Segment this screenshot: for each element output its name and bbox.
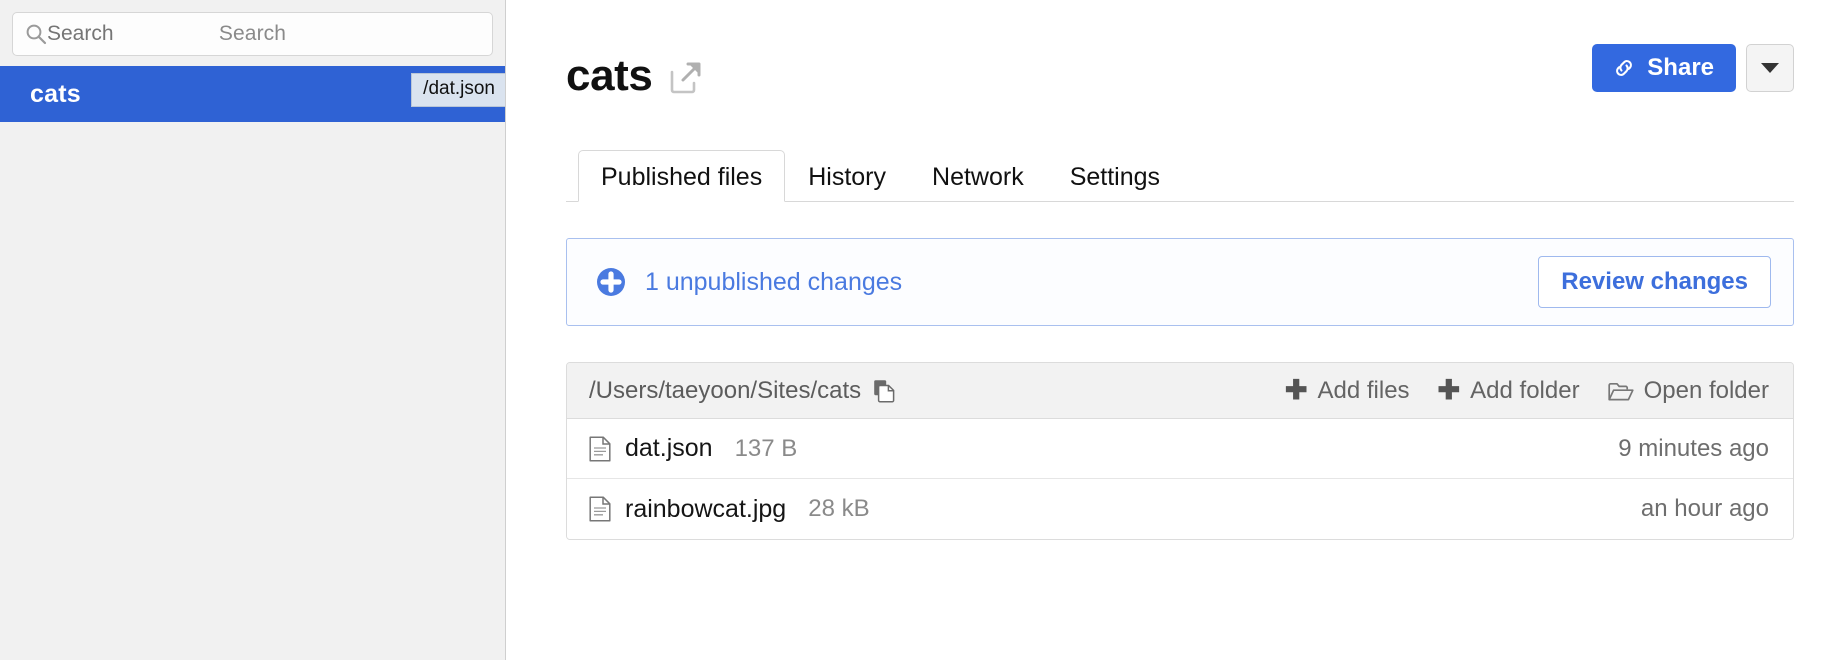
add-files-label: Add files xyxy=(1317,376,1410,404)
review-changes-button[interactable]: Review changes xyxy=(1538,256,1771,308)
plus-icon: ✚ xyxy=(1284,375,1308,405)
add-folder-label: Add folder xyxy=(1470,376,1580,404)
file-size: 137 B xyxy=(734,434,798,462)
link-icon xyxy=(1612,56,1636,80)
add-folder-button[interactable]: ✚ Add folder xyxy=(1438,377,1580,405)
share-dropdown-button[interactable] xyxy=(1746,44,1794,92)
files-panel-actions: ✚ Add files ✚ Add folder Open folder xyxy=(1285,377,1769,405)
copy-icon[interactable] xyxy=(873,379,895,403)
app-window: Search cats /dat.json cats xyxy=(0,0,1842,660)
site-path-badge: /dat.json xyxy=(411,73,505,107)
plus-circle-icon xyxy=(595,266,627,298)
files-panel-header: /Users/taeyoon/Sites/cats ✚ Add files ✚ … xyxy=(567,363,1793,419)
tab-history[interactable]: History xyxy=(785,150,909,202)
file-icon xyxy=(589,435,611,462)
folder-path: /Users/taeyoon/Sites/cats xyxy=(589,376,862,404)
tab-published-files[interactable]: Published files xyxy=(578,150,786,202)
file-size: 28 kB xyxy=(808,495,870,522)
search-box[interactable]: Search xyxy=(12,12,493,56)
sidebar: Search cats /dat.json xyxy=(0,0,506,660)
files-panel: /Users/taeyoon/Sites/cats ✚ Add files ✚ … xyxy=(566,362,1794,540)
file-left: dat.json 137 B xyxy=(589,434,797,463)
main-content: cats Share Published files History Netwo… xyxy=(506,0,1842,660)
file-row-dat-json[interactable]: dat.json 137 B 9 minutes ago xyxy=(567,419,1793,479)
search-container: Search xyxy=(0,0,505,66)
search-icon xyxy=(25,23,47,45)
banner-message: 1 unpublished changes xyxy=(645,267,903,296)
plus-icon: ✚ xyxy=(1437,375,1461,405)
file-modified: an hour ago xyxy=(1640,495,1769,522)
share-button-label: Share xyxy=(1647,54,1714,81)
add-files-button[interactable]: ✚ Add files xyxy=(1285,377,1410,405)
site-name: cats xyxy=(30,79,81,108)
file-modified: 9 minutes ago xyxy=(1618,434,1769,462)
search-input[interactable] xyxy=(47,13,480,55)
site-list: cats /dat.json xyxy=(0,66,505,122)
tab-bar: Published files History Network Settings xyxy=(566,150,1794,202)
banner-left: 1 unpublished changes xyxy=(595,266,902,298)
chevron-down-icon xyxy=(1761,63,1779,73)
file-name: rainbowcat.jpg xyxy=(625,494,787,523)
unpublished-changes-banner: 1 unpublished changes Review changes xyxy=(566,238,1794,326)
page-title: cats xyxy=(566,51,653,100)
header-actions: Share xyxy=(1592,44,1794,92)
file-icon xyxy=(589,496,611,522)
path-group: /Users/taeyoon/Sites/cats xyxy=(589,377,895,405)
external-link-icon[interactable] xyxy=(668,61,702,95)
file-row-rainbowcat-jpg[interactable]: rainbowcat.jpg 28 kB an hour ago xyxy=(567,479,1793,539)
file-name: dat.json xyxy=(625,434,713,462)
file-left: rainbowcat.jpg 28 kB xyxy=(589,495,870,524)
page-header: cats Share xyxy=(566,44,1794,98)
tab-network[interactable]: Network xyxy=(909,150,1047,202)
open-folder-button[interactable]: Open folder xyxy=(1607,376,1769,405)
sidebar-item-cats[interactable]: cats /dat.json xyxy=(0,66,505,122)
title-group: cats xyxy=(566,44,702,98)
open-folder-label: Open folder xyxy=(1643,376,1769,404)
folder-open-icon xyxy=(1607,381,1634,401)
share-button[interactable]: Share xyxy=(1592,44,1736,92)
tab-settings[interactable]: Settings xyxy=(1047,150,1183,202)
